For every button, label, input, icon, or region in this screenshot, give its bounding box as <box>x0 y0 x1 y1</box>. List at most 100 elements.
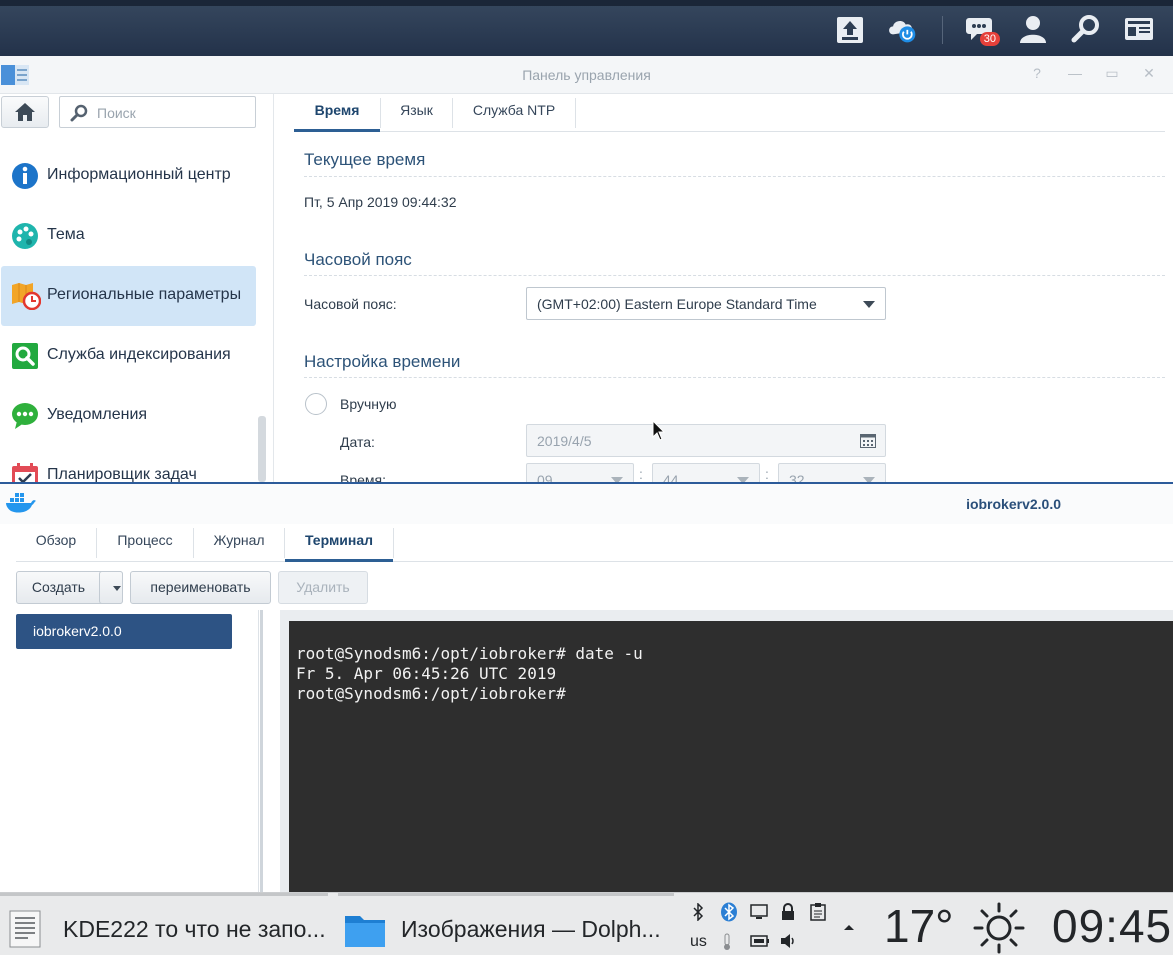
battery-icon[interactable] <box>750 933 769 951</box>
tab-process[interactable]: Процесс <box>97 524 193 562</box>
notification-count-badge: 30 <box>979 32 1000 46</box>
date-field[interactable]: 2019/4/5 <box>526 424 886 457</box>
sidebar-item-regional-options[interactable]: Региональные параметры <box>1 266 256 326</box>
container-tabs: Обзор Процесс Журнал Терминал <box>16 524 1173 562</box>
minute-value: 44 <box>663 472 679 482</box>
chevron-down-icon <box>113 586 121 591</box>
manual-label: Вручную <box>340 396 397 412</box>
tab-time[interactable]: Время <box>294 94 380 132</box>
minute-select[interactable]: 44 <box>652 463 760 482</box>
container-title: iobrokerv2.0.0 <box>966 496 1061 512</box>
palette-icon <box>11 222 39 250</box>
upload-icon[interactable] <box>834 12 866 46</box>
search-icon[interactable] <box>1070 12 1102 46</box>
time-label: Время: <box>340 472 387 482</box>
terminal-line: Fr 5. Apr 06:45:26 UTC 2019 <box>296 664 557 683</box>
tab-language[interactable]: Язык <box>381 94 452 132</box>
kde-taskbar: KDE222 то что не запо... Изображения — D… <box>0 892 1173 955</box>
create-button-label: Создать <box>31 579 86 595</box>
search-icon <box>70 104 88 122</box>
home-button[interactable] <box>1 96 49 128</box>
chevron-down-icon <box>863 301 875 308</box>
folder-icon <box>344 912 386 953</box>
bluetooth-icon[interactable] <box>690 902 708 922</box>
sidebar-scrollbar[interactable] <box>258 416 266 482</box>
weather-temperature[interactable]: 17° <box>884 899 954 953</box>
home-icon <box>15 103 35 121</box>
control-panel-titlebar[interactable]: Панель управления ? — ▭ ✕ <box>0 56 1173 94</box>
close-button[interactable]: ✕ <box>1139 65 1159 83</box>
keyboard-layout-indicator[interactable]: us <box>690 933 707 951</box>
sun-icon[interactable] <box>972 901 1026 955</box>
maximize-button[interactable]: ▭ <box>1102 65 1122 83</box>
second-select[interactable]: 32 <box>778 463 886 482</box>
control-panel-window: Панель управления ? — ▭ ✕ Поиск Информац… <box>0 56 1173 482</box>
manual-radio[interactable] <box>305 393 327 415</box>
temperature-sensor-icon[interactable] <box>720 933 738 951</box>
time-separator: : <box>765 466 769 482</box>
tab-log[interactable]: Журнал <box>194 524 284 562</box>
search-input[interactable]: Поиск <box>59 96 256 128</box>
sidebar-item-label: Тема <box>47 226 85 243</box>
time-separator: : <box>639 466 643 482</box>
docker-titlebar[interactable]: iobrokerv2.0.0 <box>0 484 1173 524</box>
task-kde222[interactable]: KDE222 то что не запо... <box>0 893 328 955</box>
minimize-button[interactable]: — <box>1065 65 1085 83</box>
timezone-select[interactable]: (GMT+02:00) Eastern Europe Standard Time <box>526 287 886 320</box>
sidebar-item-label: Региональные параметры <box>47 286 242 303</box>
terminal-output[interactable]: root@Synodsm6:/opt/iobroker# date -u Fr … <box>289 621 1173 892</box>
bluetooth-manager-icon[interactable] <box>720 902 738 922</box>
window-title: Панель управления <box>522 67 651 83</box>
search-placeholder: Поиск <box>97 105 136 121</box>
display-config-icon[interactable] <box>750 903 768 921</box>
regional-icon <box>11 282 42 311</box>
tab-ntp-service[interactable]: Служба NTP <box>453 94 575 132</box>
topbar-separator <box>942 16 943 44</box>
digital-clock[interactable]: 09:45 <box>1052 899 1172 953</box>
widgets-icon[interactable] <box>1123 12 1155 46</box>
sidebar-item-task-scheduler[interactable]: Планировщик задач <box>1 446 256 482</box>
task-label: Изображения — Dolph... <box>401 916 661 942</box>
expand-tray-icon[interactable] <box>842 919 860 937</box>
terminal-session-list: iobrokerv2.0.0 <box>0 610 259 892</box>
sidebar-item-notifications[interactable]: Уведомления <box>1 386 256 446</box>
date-label: Дата: <box>340 434 375 450</box>
sidebar-item-indexing-service[interactable]: Служба индексирования <box>1 326 256 386</box>
rename-button[interactable]: переименовать <box>130 571 271 604</box>
tab-terminal[interactable]: Терминал <box>285 524 393 562</box>
task-dolphin[interactable]: Изображения — Dolph... <box>338 893 674 955</box>
second-value: 32 <box>789 472 805 482</box>
cloud-sync-icon[interactable] <box>886 12 918 46</box>
panel-splitter[interactable] <box>260 610 280 892</box>
notifications-icon[interactable]: 30 <box>964 12 1000 46</box>
terminal-frame: root@Synodsm6:/opt/iobroker# date -u Fr … <box>280 610 1173 892</box>
control-panel-sidebar: Поиск Информационный центр Тема Регионал… <box>0 94 274 482</box>
session-item[interactable]: iobrokerv2.0.0 <box>16 614 232 649</box>
clipboard-icon[interactable] <box>810 903 828 921</box>
delete-button[interactable]: Удалить <box>278 571 368 604</box>
sidebar-item-info-center[interactable]: Информационный центр <box>1 146 256 206</box>
lock-icon[interactable] <box>780 903 798 921</box>
sidebar-item-theme[interactable]: Тема <box>1 206 256 266</box>
create-dropdown-button[interactable] <box>99 571 123 604</box>
text-document-icon <box>8 910 42 953</box>
calendar-icon[interactable] <box>860 434 876 453</box>
task-scheduler-icon <box>11 462 39 482</box>
section-divider <box>304 275 1165 276</box>
timezone-value: (GMT+02:00) Eastern Europe Standard Time <box>537 296 817 312</box>
time-settings-heading: Настройка времени <box>304 352 461 371</box>
settings-tabs: Время Язык Служба NTP <box>294 94 1165 132</box>
section-divider <box>304 377 1165 378</box>
help-icon[interactable]: ? <box>1027 65 1047 83</box>
terminal-line: root@Synodsm6:/opt/iobroker# date -u <box>296 644 643 663</box>
splitter-bar[interactable] <box>260 610 263 892</box>
user-icon[interactable] <box>1017 12 1049 46</box>
sidebar-item-label: Информационный центр <box>47 166 231 183</box>
timezone-label: Часовой пояс: <box>304 296 397 312</box>
date-value: 2019/4/5 <box>537 433 592 449</box>
sidebar-item-label: Уведомления <box>47 406 148 423</box>
hour-select[interactable]: 09 <box>526 463 634 482</box>
tab-overview[interactable]: Обзор <box>16 524 96 562</box>
volume-icon[interactable] <box>780 933 798 951</box>
notification-icon <box>11 402 39 430</box>
